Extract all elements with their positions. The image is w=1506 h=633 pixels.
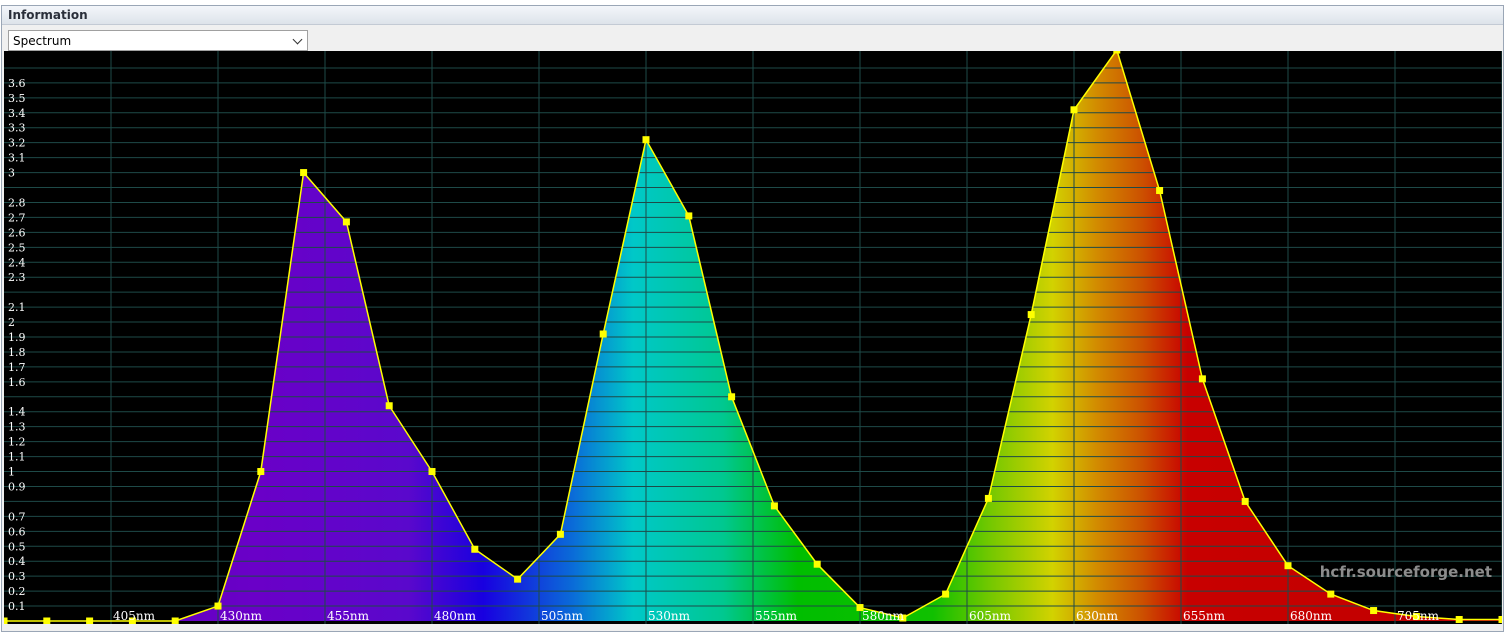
y-tick-label: 0.2 <box>8 585 26 598</box>
y-tick-label: 1.4 <box>8 406 26 419</box>
panel-title: Information <box>8 8 88 22</box>
x-tick-label: 480nm <box>434 609 477 623</box>
data-point <box>1027 311 1035 319</box>
data-point <box>1241 497 1249 505</box>
y-tick-label: 2.4 <box>8 256 26 269</box>
y-tick-label: 1.2 <box>8 436 26 449</box>
y-tick-label: 1.6 <box>8 376 26 389</box>
y-tick-label: 2.7 <box>8 211 26 224</box>
data-point <box>599 330 607 338</box>
x-tick-label: 530nm <box>648 609 691 623</box>
data-point <box>1198 375 1206 383</box>
data-point <box>300 169 308 177</box>
data-point <box>171 617 179 624</box>
data-point <box>556 530 564 538</box>
data-point <box>1498 616 1502 624</box>
y-tick-label: 3.1 <box>8 152 26 165</box>
x-tick-label: 705nm <box>1397 609 1440 623</box>
y-tick-label: 0.6 <box>8 525 26 538</box>
data-point <box>514 575 522 583</box>
y-tick-label: 1.3 <box>8 421 26 434</box>
x-tick-label: 580nm <box>862 609 905 623</box>
x-tick-label: 455nm <box>327 609 370 623</box>
y-tick-label: 2.1 <box>8 301 26 314</box>
data-point <box>642 136 650 144</box>
data-point <box>1070 106 1078 114</box>
y-tick-label: 0.4 <box>8 555 26 568</box>
data-point <box>471 545 479 553</box>
x-tick-label: 430nm <box>220 609 263 623</box>
y-tick-label: 0.3 <box>8 570 26 583</box>
y-tick-label: 1.9 <box>8 331 26 344</box>
y-tick-label: 3.2 <box>8 137 26 150</box>
data-point <box>1156 187 1164 195</box>
data-point <box>770 502 778 510</box>
y-tick-label: 2.8 <box>8 196 26 209</box>
data-point <box>685 212 693 220</box>
y-tick-label: 1.1 <box>8 451 26 464</box>
y-tick-label: 3.6 <box>8 77 26 90</box>
y-tick-label: 1.8 <box>8 346 26 359</box>
watermark-text: hcfr.sourceforge.net <box>1319 563 1492 581</box>
y-tick-label: 2.5 <box>8 241 26 254</box>
x-tick-label: 680nm <box>1290 609 1333 623</box>
x-tick-label: 405nm <box>113 609 156 623</box>
view-type-dropdown[interactable]: Spectrum <box>8 30 308 51</box>
y-tick-label: 2.3 <box>8 271 26 284</box>
data-point <box>4 617 8 624</box>
y-tick-label: 1 <box>8 466 15 479</box>
data-point <box>342 218 350 226</box>
x-tick-label: 605nm <box>969 609 1012 623</box>
y-tick-label: 0.1 <box>8 600 26 613</box>
data-point <box>1284 562 1292 570</box>
y-tick-label: 1.7 <box>8 361 26 374</box>
y-tick-label: 2 <box>8 316 15 329</box>
y-tick-label: 3.5 <box>8 92 26 105</box>
data-point <box>813 560 821 568</box>
panel-titlebar: Information <box>2 6 1503 25</box>
spectrum-svg: 0.1 0.2 0.3 0.4 0.5 0.6 0.7 0.91 1.1 1.2 1.3 1.4 1.6… <box>4 51 1502 624</box>
y-tick-label: 0.5 <box>8 540 26 553</box>
data-point <box>942 590 950 598</box>
data-point <box>1370 607 1378 615</box>
x-tick-label: 555nm <box>755 609 798 623</box>
y-tick-label: 0.7 <box>8 510 26 523</box>
data-point <box>257 468 265 476</box>
data-point <box>728 393 736 401</box>
grid <box>4 51 1502 624</box>
data-point <box>428 468 436 476</box>
y-tick-label: 3.3 <box>8 122 26 135</box>
data-point <box>385 402 393 410</box>
data-point <box>43 617 51 624</box>
y-tick-label: 3 <box>8 167 15 180</box>
x-tick-label: 630nm <box>1076 609 1119 623</box>
x-tick-label: 505nm <box>541 609 584 623</box>
data-point <box>1327 590 1335 598</box>
data-point <box>984 494 992 502</box>
data-point <box>1455 616 1463 624</box>
x-tick-label: 655nm <box>1183 609 1226 623</box>
data-point <box>86 617 94 624</box>
y-tick-label: 3.4 <box>8 107 26 120</box>
y-tick-label: 2.6 <box>8 226 26 239</box>
chevron-down-icon[interactable] <box>292 34 303 45</box>
y-tick-label: 0.9 <box>8 480 26 493</box>
spectrum-chart: 0.1 0.2 0.3 0.4 0.5 0.6 0.7 0.9 1 1.1 1.2 1.3 1.4 1.6… <box>4 51 1502 624</box>
data-point <box>1113 51 1121 54</box>
view-type-selected: Spectrum <box>13 34 72 48</box>
